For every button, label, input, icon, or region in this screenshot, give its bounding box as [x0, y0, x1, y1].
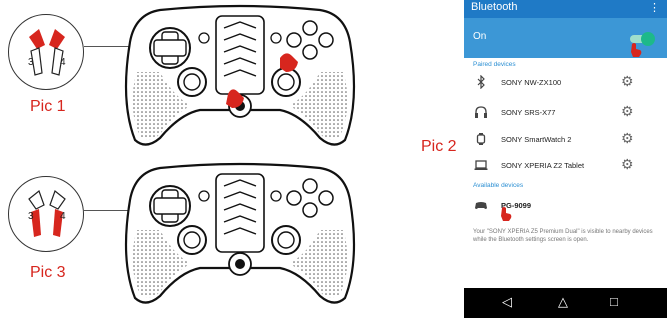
paired-device-row[interactable]: SONY NW-ZX100 ⚙: [464, 67, 667, 97]
device-name: SONY SmartWatch 2: [501, 135, 572, 144]
bluetooth-icon: [474, 74, 488, 90]
watch-icon: [474, 132, 488, 146]
trigger-buttons-icon: [29, 29, 65, 76]
pointing-hand-icon: [631, 43, 642, 57]
visibility-note: Your "SONY XPERIA Z5 Premium Dual" is vi…: [473, 229, 653, 243]
recent-apps-icon[interactable]: □: [610, 294, 618, 309]
trigger-number-4: 4: [60, 57, 66, 68]
gamepad-image-pic1: [124, 4, 356, 146]
app-title: Bluetooth: [471, 1, 518, 13]
available-devices-header: Available devices: [473, 182, 524, 189]
pic1-label: Pic 1: [30, 98, 66, 115]
available-device-row[interactable]: PG-9099: [464, 190, 667, 221]
overflow-menu-icon[interactable]: ⋮: [649, 1, 660, 14]
trigger-number-3: 3: [28, 57, 34, 68]
gear-icon[interactable]: ⚙: [621, 157, 634, 171]
home-icon[interactable]: △: [558, 294, 568, 310]
gear-icon[interactable]: ⚙: [621, 104, 634, 118]
app-bar: Bluetooth ⋮: [464, 0, 667, 18]
device-name: SONY XPERIA Z2 Tablet: [501, 161, 585, 170]
trigger-callout-pic3: 3 4: [8, 176, 84, 252]
device-name: SONY SRS-X77: [501, 108, 556, 117]
switch-label: On: [473, 31, 487, 42]
gamepad-image-pic3: [124, 162, 356, 304]
gear-icon[interactable]: ⚙: [621, 131, 634, 145]
paired-device-row[interactable]: SONY XPERIA Z2 Tablet ⚙: [464, 150, 667, 180]
trigger-buttons-icon: [28, 190, 66, 237]
back-icon[interactable]: ◁: [502, 294, 512, 310]
pointing-hand-icon: [501, 207, 512, 221]
navigation-bar: ◁ △ □: [464, 288, 667, 318]
phone-screen: Bluetooth ⋮ On Paired devices SONY NW-ZX…: [464, 0, 667, 318]
device-name: SONY NW-ZX100: [501, 78, 562, 87]
pic3-label: Pic 3: [30, 264, 66, 281]
gear-icon[interactable]: ⚙: [621, 74, 634, 88]
bluetooth-switch-row[interactable]: On: [464, 18, 667, 58]
trigger-number-3: 3: [28, 211, 34, 222]
gamepad-icon: [474, 198, 488, 212]
trigger-callout-pic1: 3 4: [8, 14, 84, 90]
headphones-icon: [474, 105, 488, 119]
paired-device-row[interactable]: SONY SRS-X77 ⚙: [464, 97, 667, 127]
laptop-icon: [474, 158, 488, 172]
trigger-number-4: 4: [60, 211, 66, 222]
pic2-label: Pic 2: [421, 138, 457, 155]
